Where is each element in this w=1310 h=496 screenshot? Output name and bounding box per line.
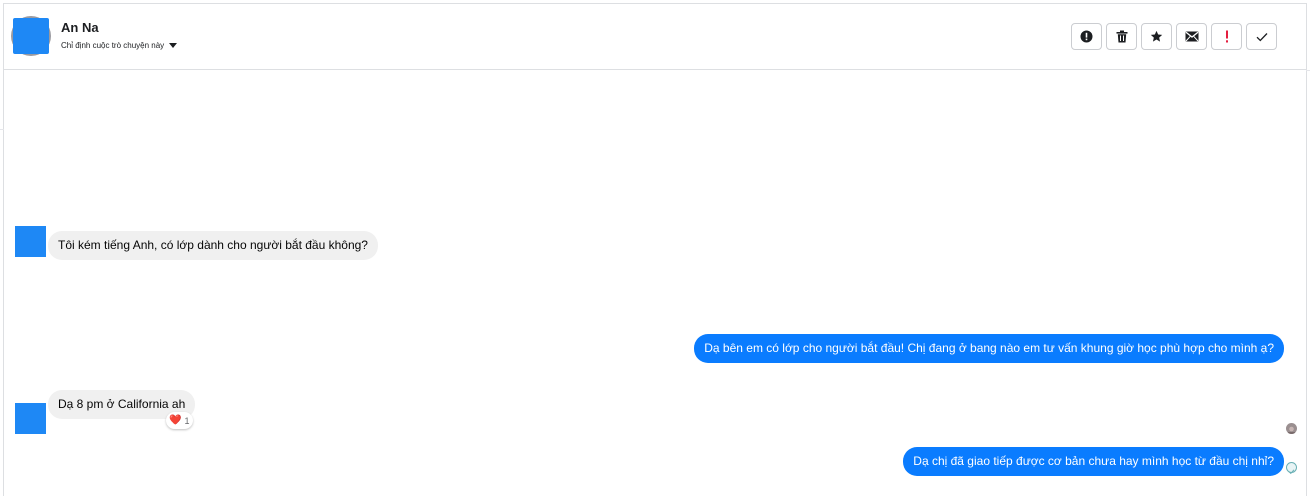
- info-circle-icon: [1080, 30, 1093, 43]
- info-button[interactable]: [1071, 23, 1102, 50]
- outgoing-message-bubble[interactable]: Dạ bên em có lớp cho người bắt đầu! Chị …: [694, 334, 1284, 363]
- contact-avatar[interactable]: [13, 18, 49, 54]
- trash-icon: [1116, 30, 1127, 43]
- contact-message-avatar[interactable]: [15, 403, 46, 434]
- incoming-message-bubble[interactable]: Tôi kém tiếng Anh, có lớp dành cho người…: [48, 231, 378, 260]
- heart-reaction-icon: ❤️: [169, 415, 182, 426]
- mark-spam-button[interactable]: [1211, 23, 1242, 50]
- contact-name[interactable]: An Na: [61, 20, 99, 35]
- divider: [1306, 70, 1310, 131]
- reaction-count: 1: [184, 415, 190, 426]
- envelope-icon: [1185, 31, 1198, 42]
- mark-done-button[interactable]: [1246, 23, 1277, 50]
- delivered-check-icon: [1288, 469, 1295, 475]
- caret-down-icon: [169, 43, 178, 48]
- outgoing-message-bubble[interactable]: Dạ chị đã giao tiếp được cơ bản chưa hay…: [903, 447, 1284, 476]
- star-button[interactable]: [1141, 23, 1172, 50]
- conversation-toolbar: [1071, 23, 1277, 50]
- seen-avatar: [1286, 423, 1297, 434]
- assign-conversation-label: Chỉ định cuộc trò chuyện này: [61, 41, 165, 50]
- contact-message-avatar[interactable]: [15, 226, 46, 257]
- delete-button[interactable]: [1106, 23, 1137, 50]
- assign-conversation-dropdown[interactable]: Chỉ định cuộc trò chuyện này: [61, 41, 178, 50]
- star-icon: [1150, 30, 1163, 42]
- check-icon: [1256, 32, 1267, 41]
- delivered-indicator: [1286, 462, 1297, 475]
- divider: [0, 129, 4, 130]
- message-reaction[interactable]: ❤️ 1: [166, 412, 194, 429]
- mark-unread-button[interactable]: [1176, 23, 1207, 50]
- exclamation-icon: [1225, 30, 1228, 43]
